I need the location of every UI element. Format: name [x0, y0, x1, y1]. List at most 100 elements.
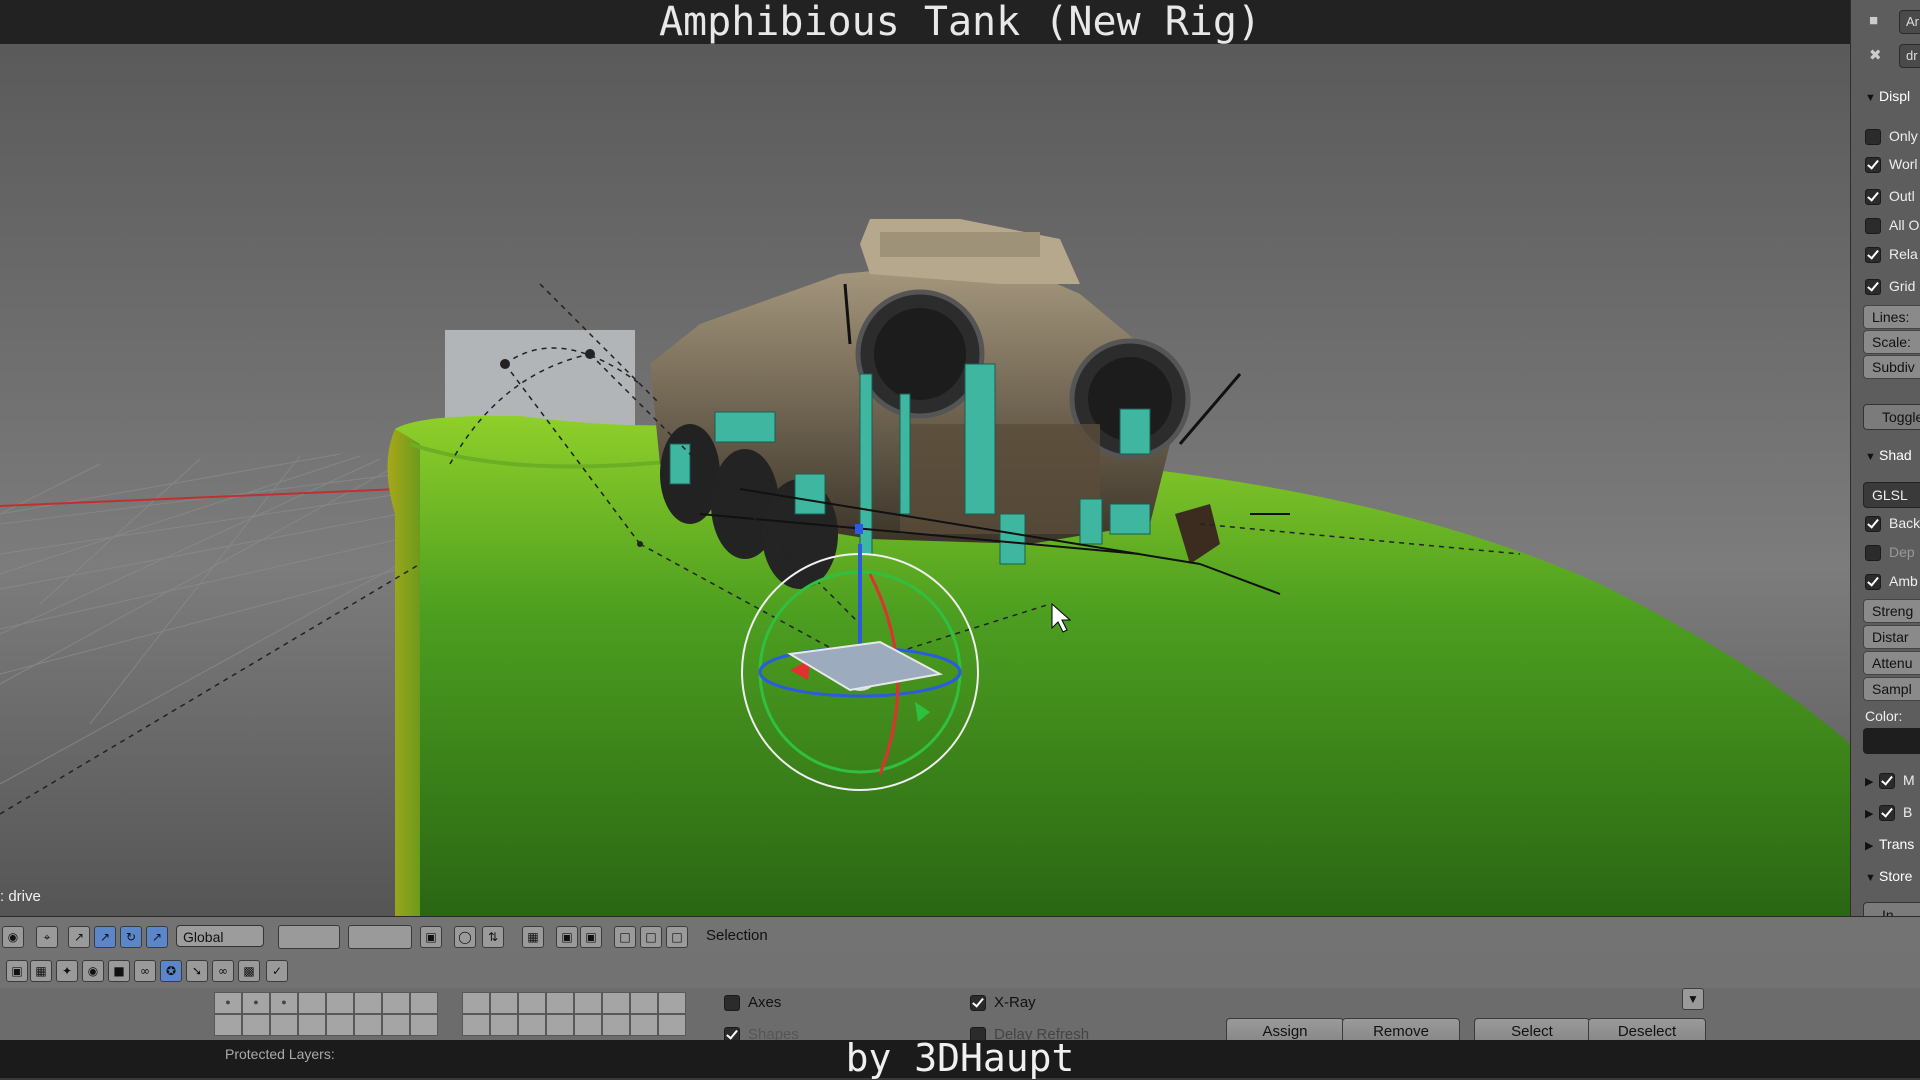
layer-cell[interactable] [410, 992, 438, 1014]
checkbox[interactable] [970, 995, 986, 1012]
layer-cell[interactable]: ● [242, 992, 270, 1014]
proportional-edit-icon[interactable]: ◯ [454, 926, 476, 948]
layer-cell[interactable] [490, 992, 518, 1014]
ao-strength-field[interactable]: Streng [1863, 599, 1920, 623]
bone-layers-grid-2[interactable] [462, 992, 686, 1036]
checkbox[interactable] [1865, 279, 1881, 296]
checkbox[interactable] [1865, 129, 1881, 146]
paste-flipped-pose-icon[interactable]: □ [666, 926, 688, 948]
object-tab-icon[interactable]: ■ [108, 960, 130, 982]
checkbox[interactable] [1865, 574, 1881, 591]
tab-bone-name[interactable]: dr [1899, 44, 1920, 68]
layer-cell[interactable] [602, 992, 630, 1014]
display-option[interactable]: Only [1865, 124, 1918, 148]
viewport-shading-icon[interactable]: ◉ [2, 926, 24, 948]
checkbox[interactable] [1865, 516, 1881, 533]
world-tab-icon[interactable]: ◉ [82, 960, 104, 982]
layer-cell[interactable] [242, 1014, 270, 1036]
layer-cell[interactable] [354, 1014, 382, 1036]
transform-orientation-select[interactable]: Global [176, 925, 264, 947]
render-camera-icon[interactable]: ▣ [556, 926, 578, 948]
layer-cell[interactable] [574, 1014, 602, 1036]
layer-cell[interactable] [630, 1014, 658, 1036]
transform-section-header[interactable]: ▶ Trans [1865, 832, 1914, 856]
color-swatch[interactable] [1863, 728, 1920, 754]
bone-tab-icon[interactable]: ➘ [186, 960, 208, 982]
layer-cell[interactable] [214, 1014, 242, 1036]
layer-cell[interactable] [518, 992, 546, 1014]
scene-tab-icon[interactable]: ✦ [56, 960, 78, 982]
bone-layers-grid-1[interactable]: ● ● ● [214, 992, 438, 1036]
display-option[interactable]: Outl [1865, 184, 1915, 208]
tab-object-name[interactable]: Ar [1899, 10, 1920, 34]
render-layers-tab-icon[interactable]: ▦ [30, 960, 52, 982]
axes-option[interactable]: Axes [724, 994, 781, 1012]
store-section-header[interactable]: ▼ Store [1865, 864, 1912, 888]
display-option[interactable]: Grid [1865, 274, 1915, 298]
copy-pose-icon[interactable]: □ [614, 926, 636, 948]
display-section-header[interactable]: ▼ Displ [1865, 84, 1910, 108]
layer-cell[interactable] [602, 1014, 630, 1036]
layer-cell[interactable] [382, 1014, 410, 1036]
rotate-manipulator-icon[interactable]: ↻ [120, 926, 142, 948]
snap-icon[interactable]: ⇅ [482, 926, 504, 948]
display-option[interactable]: Worl [1865, 152, 1918, 176]
ao-samples-field[interactable]: Sampl [1863, 677, 1920, 701]
pivot-point-icon[interactable]: ⌖ [36, 926, 58, 948]
layer-cell[interactable] [490, 1014, 518, 1036]
scale-manipulator-icon[interactable]: ↗ [146, 926, 168, 948]
layer-cell[interactable] [326, 992, 354, 1014]
grid-lines-field[interactable]: Lines: [1863, 305, 1920, 329]
layer-cell[interactable] [630, 992, 658, 1014]
layer-cell[interactable] [518, 1014, 546, 1036]
layer-buttons-group-1[interactable] [278, 925, 340, 949]
xray-option[interactable]: X-Ray [970, 994, 1036, 1012]
layer-cell[interactable] [326, 1014, 354, 1036]
layer-cell[interactable] [410, 1014, 438, 1036]
render-tab-icon[interactable]: ▣ [6, 960, 28, 982]
layer-cell[interactable] [574, 992, 602, 1014]
collapsed-section[interactable]: ▶ M [1865, 768, 1915, 792]
layer-cell[interactable] [382, 992, 410, 1014]
bone-wrench-icon[interactable]: ✖ [1869, 46, 1891, 66]
render-anim-icon[interactable]: ▣ [580, 926, 602, 948]
display-option[interactable]: Rela [1865, 242, 1918, 266]
layer-cell[interactable] [298, 992, 326, 1014]
layer-cell[interactable] [546, 1014, 574, 1036]
paste-pose-icon[interactable]: □ [640, 926, 662, 948]
checkbox[interactable] [724, 995, 740, 1012]
layer-cell[interactable] [462, 992, 490, 1014]
bone-constraints-tab-icon[interactable]: ∞ [212, 960, 234, 982]
translate-manipulator-icon[interactable]: ↗ [94, 926, 116, 948]
texture-tab-icon[interactable]: ▩ [238, 960, 260, 982]
constraints-tab-icon[interactable]: ∞ [134, 960, 156, 982]
layer-cell[interactable] [462, 1014, 490, 1036]
object-cube-icon[interactable]: ■ [1869, 12, 1891, 32]
layer-cell[interactable] [270, 1014, 298, 1036]
layer-cell[interactable]: ● [214, 992, 242, 1014]
layer-buttons-group-2[interactable] [348, 925, 412, 949]
toggle-button[interactable]: Toggle [1863, 404, 1920, 430]
shading-mode-select[interactable]: GLSL [1863, 482, 1920, 508]
layer-cell[interactable] [546, 992, 574, 1014]
collapsed-section[interactable]: ▶ B [1865, 800, 1912, 824]
grid-subdivisions-field[interactable]: Subdiv [1863, 355, 1920, 379]
checkbox[interactable] [1879, 773, 1895, 790]
snap-target-icon[interactable]: ▦ [522, 926, 544, 948]
layer-cell[interactable] [354, 992, 382, 1014]
checkbox[interactable] [1865, 545, 1881, 562]
shading-option[interactable]: Back [1865, 511, 1920, 535]
lock-layer-icon[interactable]: ▣ [420, 926, 442, 948]
physics-tab-icon[interactable]: ✓ [266, 960, 288, 982]
ao-distance-field[interactable]: Distar [1863, 625, 1920, 649]
layer-cell[interactable] [658, 1014, 686, 1036]
checkbox[interactable] [1865, 189, 1881, 206]
shading-option[interactable]: Amb [1865, 569, 1918, 593]
layer-cell[interactable] [298, 1014, 326, 1036]
checkbox[interactable] [1879, 805, 1895, 822]
filter-icon[interactable]: ▼ [1682, 988, 1704, 1010]
checkbox[interactable] [1865, 218, 1881, 235]
shading-section-header[interactable]: ▼ Shad [1865, 443, 1912, 467]
checkbox[interactable] [1865, 247, 1881, 264]
grid-scale-field[interactable]: Scale: [1863, 330, 1920, 354]
